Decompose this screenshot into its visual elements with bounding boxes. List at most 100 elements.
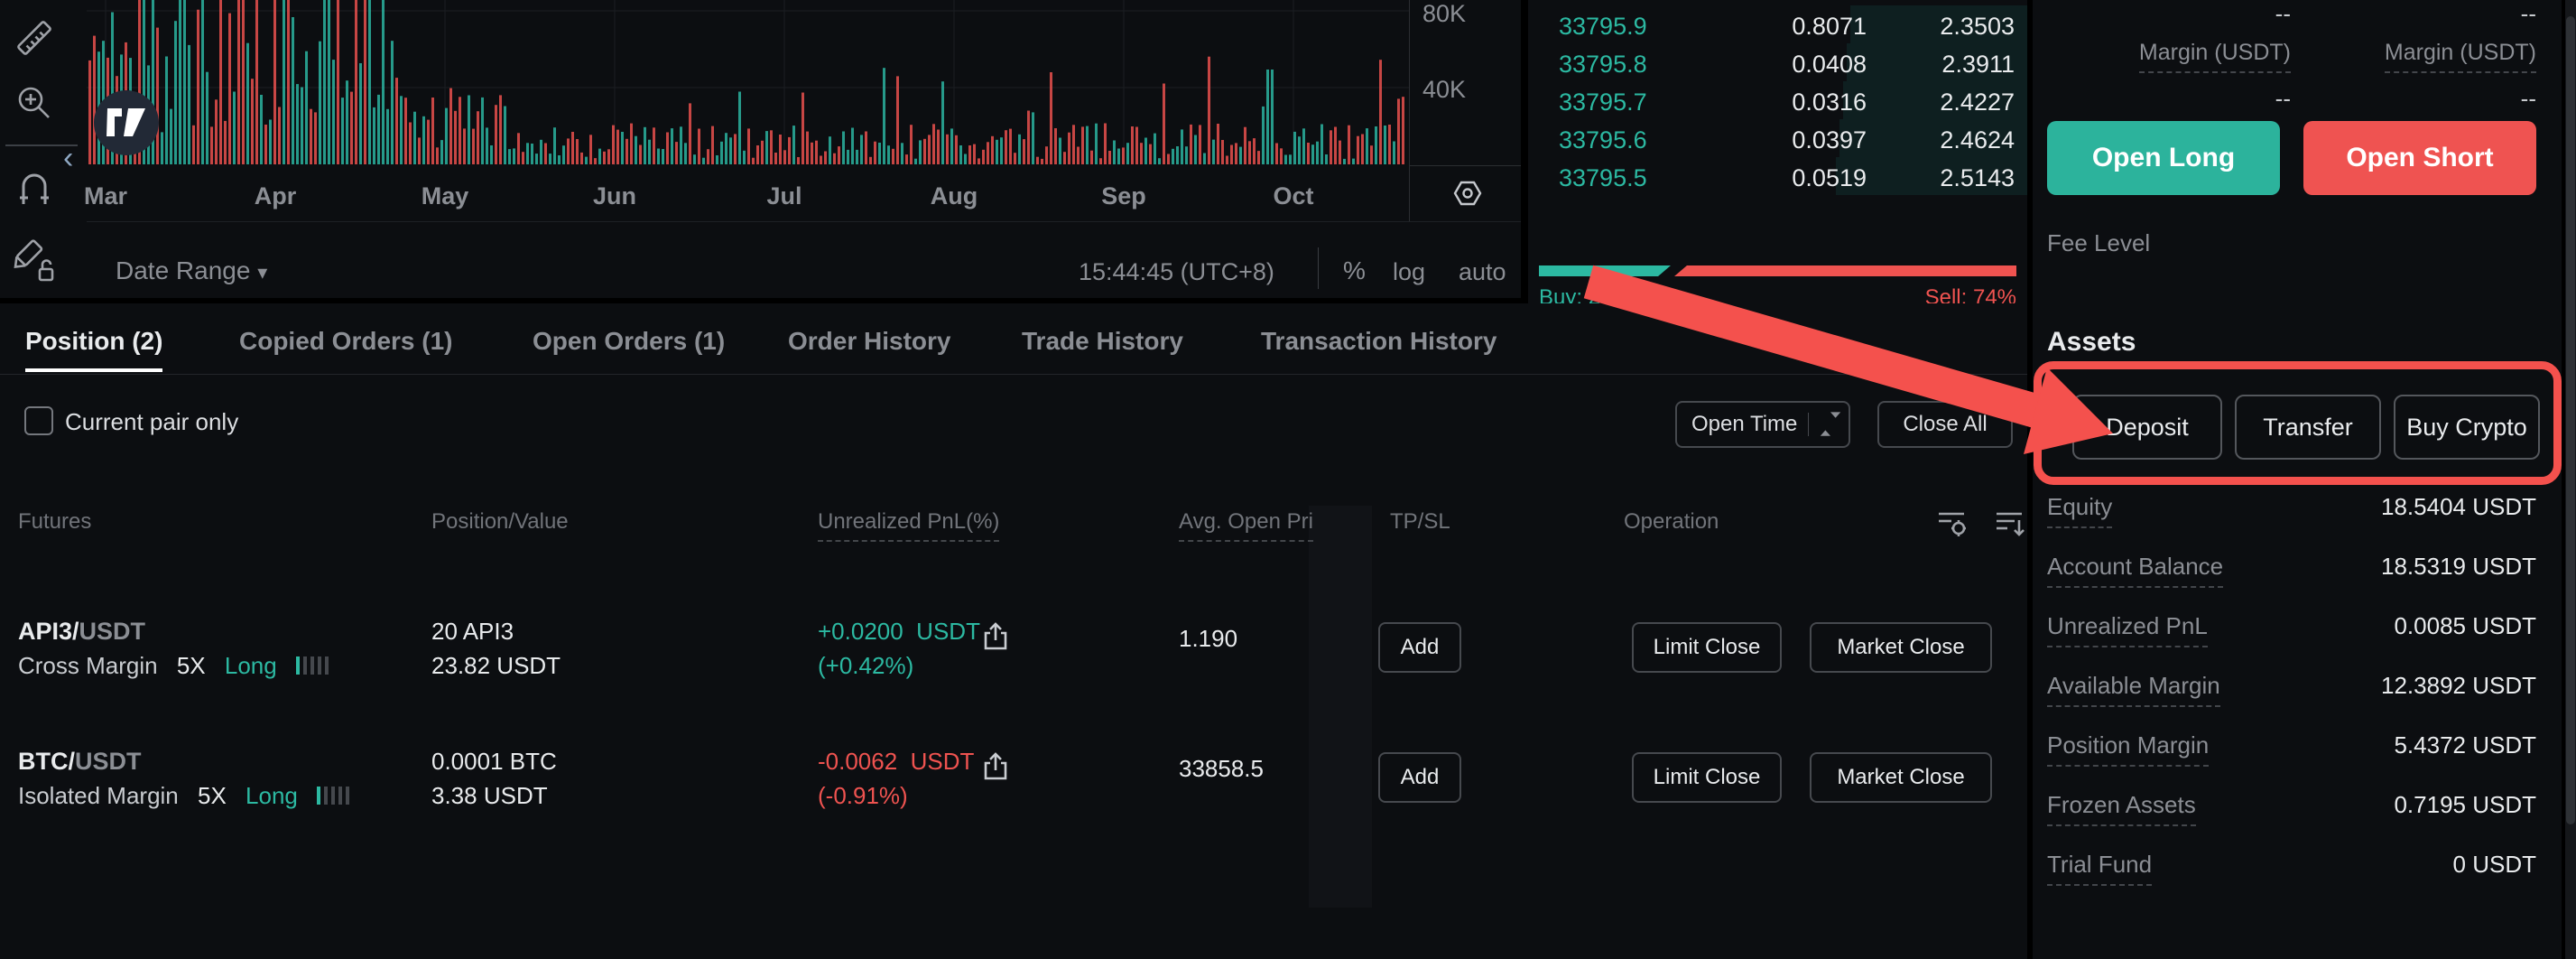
ask-amount: 0.0408 [1754,51,1867,79]
asset-value: 18.5319 USDT [2266,553,2536,581]
col-header-avg-open-price[interactable]: Avg. Open Pri [1179,509,1313,542]
chart-panel: ‹ 80K 40K MarAprMayJunJulAugSepOct Date … [0,0,1521,298]
asset-value: 0.7195 USDT [2266,791,2536,819]
tab-trade-history[interactable]: Trade History [1022,327,1183,356]
chevron-down-icon: ▾ [257,261,267,284]
avg-open-price: 1.190 [1179,625,1237,653]
ask-amount: 0.0316 [1754,88,1867,116]
drawing-lock-icon[interactable] [11,237,60,285]
pair-base[interactable]: API3/ [18,618,79,645]
current-pair-label[interactable]: Current pair only [65,408,238,436]
tab-order-history[interactable]: Order History [788,327,951,356]
asset-label[interactable]: Trial Fund [2047,851,2152,886]
pair-quote[interactable]: USDT [75,748,142,775]
avg-open-price: 33858.5 [1179,755,1264,783]
column-layout-icon[interactable] [1995,509,2025,538]
auto-scale-button[interactable]: auto [1459,258,1506,286]
limit-close-button[interactable]: Limit Close [1632,622,1782,673]
ask-total: 2.3911 [1902,51,2015,79]
tab-transaction-history[interactable]: Transaction History [1261,327,1496,356]
tradingview-logo-icon [94,90,159,155]
fee-level-label[interactable]: Fee Level [2047,229,2150,257]
asset-label[interactable]: Account Balance [2047,553,2223,588]
cost-value-long: -- [2110,0,2291,28]
ask-price[interactable]: 33795.6 [1559,126,1647,154]
tabs-divider [0,374,2027,375]
percent-scale-button[interactable]: % [1343,256,1366,285]
market-close-button[interactable]: Market Close [1810,752,1992,803]
margin-label-long[interactable]: Margin (USDT) [2139,40,2291,73]
risk-level-bars [296,656,329,675]
month-label: Apr [255,182,297,210]
ask-amount: 0.8071 [1754,13,1867,41]
scrollbar-thumb[interactable] [2566,16,2575,824]
margin-value-short: -- [2356,85,2536,113]
buy-sell-ratio-bar [1539,265,2016,276]
ask-total: 2.5143 [1902,164,2015,192]
market-close-button[interactable]: Market Close [1810,622,1992,673]
position-notional: 23.82 USDT [431,652,561,680]
asset-value: 0 USDT [2266,851,2536,879]
risk-level-bars [317,787,349,805]
col-header-tpsl: TP/SL [1390,509,1450,535]
margin-label-short[interactable]: Margin (USDT) [2385,40,2536,73]
sort-by-open-time-dropdown[interactable]: Open Time [1675,401,1850,448]
month-label: Jul [766,182,802,210]
share-pnl-icon[interactable] [979,621,1012,654]
share-pnl-icon[interactable] [979,751,1012,784]
asset-value: 18.5404 USDT [2266,493,2536,521]
pnl-currency: USDT [916,618,980,645]
close-all-button[interactable]: Close All [1877,401,2013,448]
col-header-unrealized-pnl[interactable]: Unrealized PnL(%) [818,509,999,542]
pnl-value: -0.0062 [818,748,897,775]
add-tpsl-button[interactable]: Add [1378,752,1461,803]
asset-value: 5.4372 USDT [2266,731,2536,759]
price-axis-label: 40K [1422,76,1466,104]
limit-close-button[interactable]: Limit Close [1632,752,1782,803]
current-pair-checkbox[interactable] [24,406,53,435]
month-label: Oct [1273,182,1313,210]
asset-label[interactable]: Position Margin [2047,731,2209,767]
asset-label[interactable]: Equity [2047,493,2112,528]
col-header-position-value: Position/Value [431,509,569,535]
axis-separator [1409,165,1521,166]
tab-open-orders[interactable]: Open Orders (1) [533,327,725,356]
chart-settings-icon[interactable] [1450,175,1486,211]
margin-mode: Cross Margin [18,652,158,679]
dropdown-divider [1808,413,1809,436]
chart-clock: 15:44:45 (UTC+8) [1079,258,1274,286]
ask-price[interactable]: 33795.7 [1559,88,1647,116]
volume-chart[interactable] [0,0,1409,165]
position-size: 0.0001 BTC [431,748,557,776]
trading-app: ‹ 80K 40K MarAprMayJunJulAugSepOct Date … [0,0,2576,959]
collapse-toolbar-chevron[interactable]: ‹ [63,141,73,176]
log-scale-button[interactable]: log [1393,258,1425,286]
scrollbar-track[interactable] [2565,0,2576,959]
add-tpsl-button[interactable]: Add [1378,622,1461,673]
magnet-icon[interactable] [13,170,56,213]
axis-bottom-line [87,221,1521,222]
ask-total: 2.4624 [1902,126,2015,154]
asset-label[interactable]: Available Margin [2047,672,2220,707]
asset-label[interactable]: Unrealized PnL [2047,612,2208,647]
ask-price[interactable]: 33795.9 [1559,13,1647,41]
highlight-box [2034,361,2562,485]
leverage: 5X [198,782,227,809]
open-short-button[interactable]: Open Short [2303,121,2536,195]
ask-price[interactable]: 33795.8 [1559,51,1647,79]
tab-position[interactable]: Position (2) [25,327,162,356]
price-axis-line [1409,0,1410,221]
date-range-selector[interactable]: Date Range ▾ [116,256,267,285]
ask-amount: 0.0397 [1754,126,1867,154]
col-header-futures: Futures [18,509,91,535]
ask-price[interactable]: 33795.5 [1559,164,1647,192]
pair-base[interactable]: BTC/ [18,748,75,775]
asset-label[interactable]: Frozen Assets [2047,791,2196,826]
tab-copied-orders[interactable]: Copied Orders (1) [239,327,452,356]
positions-panel: Position (2) Copied Orders (1) Open Orde… [0,303,2027,959]
open-long-button[interactable]: Open Long [2047,121,2280,195]
ask-total: 2.3503 [1902,13,2015,41]
side-label: Long [246,782,298,809]
pair-quote[interactable]: USDT [79,618,146,645]
column-filter-settings-icon[interactable] [1937,509,1968,538]
